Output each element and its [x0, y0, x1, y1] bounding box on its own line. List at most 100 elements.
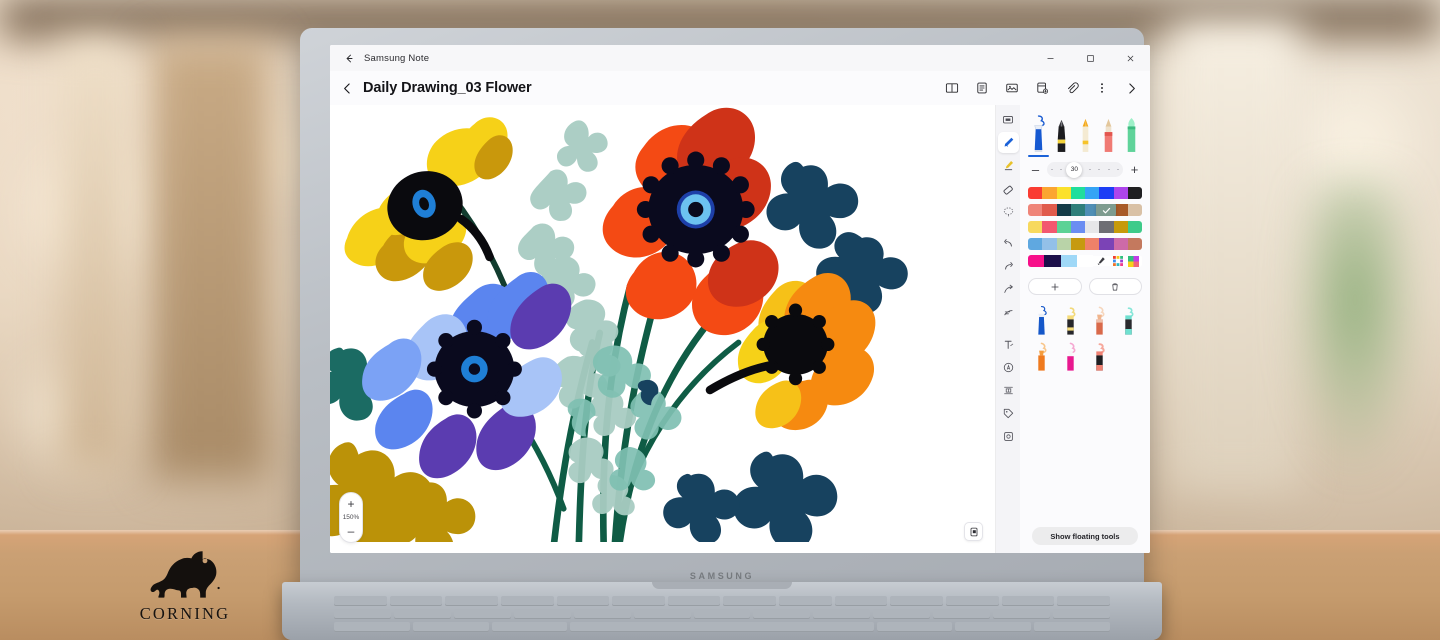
pen-brush[interactable]	[1123, 115, 1140, 153]
maximize-button[interactable]	[1070, 45, 1110, 71]
color-swatch[interactable]	[1056, 187, 1071, 199]
color-swatch[interactable]	[1127, 187, 1142, 199]
key	[834, 596, 888, 606]
favorite-pen-cell[interactable]	[1115, 303, 1142, 337]
redo-button[interactable]	[998, 256, 1019, 277]
lasso-select-tool[interactable]	[998, 201, 1019, 222]
color-swatch[interactable]	[1070, 238, 1085, 250]
zoom-out-button[interactable]: –	[342, 523, 360, 539]
color-swatch[interactable]	[1085, 187, 1100, 199]
color-swatch[interactable]	[1127, 204, 1142, 216]
color-swatch[interactable]	[1085, 221, 1100, 233]
color-swatch[interactable]	[1113, 221, 1128, 233]
eraser-tool[interactable]	[998, 178, 1019, 199]
drawing-canvas[interactable]: + 150% –	[330, 105, 995, 553]
color-swatch[interactable]	[1028, 238, 1043, 250]
color-swatch[interactable]	[1060, 255, 1077, 267]
fav-pen-orange[interactable]	[1034, 341, 1049, 373]
show-floating-tools-button[interactable]: Show floating tools	[1032, 527, 1138, 545]
export-tool[interactable]	[998, 279, 1019, 300]
zoom-in-button[interactable]: +	[342, 496, 360, 512]
color-swatch[interactable]	[1099, 221, 1114, 233]
favorite-pen-cell-empty	[1115, 339, 1142, 373]
color-swatch[interactable]	[1056, 238, 1071, 250]
color-swatch[interactable]	[1042, 204, 1057, 216]
fav-pen-magenta[interactable]	[1063, 341, 1078, 373]
note-back-button[interactable]	[336, 77, 358, 99]
color-swatch[interactable]	[1044, 255, 1061, 267]
pen-pencil[interactable]	[1077, 115, 1094, 153]
color-swatch[interactable]	[1076, 255, 1094, 267]
image-icon[interactable]	[1003, 80, 1020, 97]
color-swatch[interactable]	[1099, 238, 1114, 250]
fav-pen-peach[interactable]	[1092, 305, 1107, 337]
size-slider-knob[interactable]: 30	[1066, 161, 1083, 178]
highlighter-tool[interactable]	[998, 155, 1019, 176]
convert-tool[interactable]	[998, 302, 1019, 323]
favorite-pen-cell[interactable]	[1057, 339, 1084, 373]
color-swatch[interactable]	[1070, 187, 1085, 199]
book-view-icon[interactable]	[943, 80, 960, 97]
size-increase-button[interactable]: +	[1127, 162, 1142, 177]
zoom-control[interactable]: + 150% –	[339, 492, 363, 543]
color-swatch[interactable]	[1042, 238, 1057, 250]
undo-button[interactable]	[998, 233, 1019, 254]
scan-tool[interactable]	[998, 426, 1019, 447]
table-tool[interactable]	[998, 380, 1019, 401]
color-swatch[interactable]	[1028, 221, 1043, 233]
page-duplicate-icon[interactable]	[964, 522, 983, 541]
color-swatch[interactable]	[1070, 204, 1085, 216]
color-swatch[interactable]	[1042, 187, 1057, 199]
color-swatch[interactable]	[1028, 204, 1043, 216]
size-slider-track[interactable]: 30	[1047, 161, 1123, 178]
eyedropper-icon[interactable]	[1093, 256, 1110, 266]
favorite-pen-cell[interactable]	[1086, 303, 1113, 337]
comment-tool[interactable]	[998, 109, 1019, 130]
fav-pen-salmon[interactable]	[1092, 341, 1107, 373]
more-options-icon[interactable]	[1093, 80, 1110, 97]
palette-row	[1028, 221, 1142, 233]
pen-marker[interactable]	[1100, 115, 1117, 153]
color-swatch[interactable]	[1056, 204, 1071, 216]
color-swatch[interactable]	[1113, 238, 1128, 250]
chevron-right-icon[interactable]	[1123, 80, 1140, 97]
favorite-pen-cell[interactable]	[1028, 339, 1055, 373]
list-view-icon[interactable]	[973, 80, 990, 97]
color-swatch-selected[interactable]	[1096, 204, 1117, 216]
color-swatch[interactable]	[1085, 238, 1100, 250]
text-tool[interactable]	[998, 334, 1019, 355]
color-swatch[interactable]	[1042, 221, 1057, 233]
favorite-pen-cell[interactable]	[1086, 339, 1113, 373]
fav-pen-mint[interactable]	[1121, 305, 1136, 337]
add-page-icon[interactable]	[1033, 80, 1050, 97]
minimize-button[interactable]	[1030, 45, 1070, 71]
color-swatch[interactable]	[1056, 221, 1071, 233]
add-favorite-button[interactable]	[1028, 278, 1082, 295]
palette-row	[1028, 187, 1142, 199]
color-swatch[interactable]	[1127, 221, 1142, 233]
tag-tool[interactable]	[998, 403, 1019, 424]
color-swatch[interactable]	[1099, 187, 1114, 199]
samsung-note-app: Samsung Note Daily Drawing_03 Flower + 1…	[330, 45, 1150, 553]
close-button[interactable]	[1110, 45, 1150, 71]
color-swatch[interactable]	[1113, 187, 1128, 199]
window-back-icon[interactable]	[338, 47, 360, 69]
fav-pen-blue[interactable]	[1034, 305, 1049, 337]
color-grid-icon[interactable]	[1109, 256, 1126, 266]
color-swatch[interactable]	[1070, 221, 1085, 233]
pen-calligraphy-pen[interactable]	[1053, 115, 1070, 153]
color-swatch[interactable]	[1028, 187, 1043, 199]
size-decrease-button[interactable]: –	[1028, 162, 1043, 177]
pen-tool[interactable]	[997, 132, 1019, 153]
key	[445, 596, 498, 606]
color-swatch[interactable]	[1028, 255, 1045, 267]
pen-fountain-pen[interactable]	[1028, 115, 1049, 157]
fav-pen-yellow[interactable]	[1063, 305, 1078, 337]
color-swatch[interactable]	[1127, 238, 1142, 250]
delete-favorite-button[interactable]	[1088, 278, 1142, 295]
favorite-pen-cell[interactable]	[1057, 303, 1084, 337]
color-spectrum-icon[interactable]	[1125, 255, 1142, 267]
favorite-pen-cell[interactable]	[1028, 303, 1055, 337]
letter-recognition-tool[interactable]	[998, 357, 1019, 378]
attachment-icon[interactable]	[1063, 80, 1080, 97]
